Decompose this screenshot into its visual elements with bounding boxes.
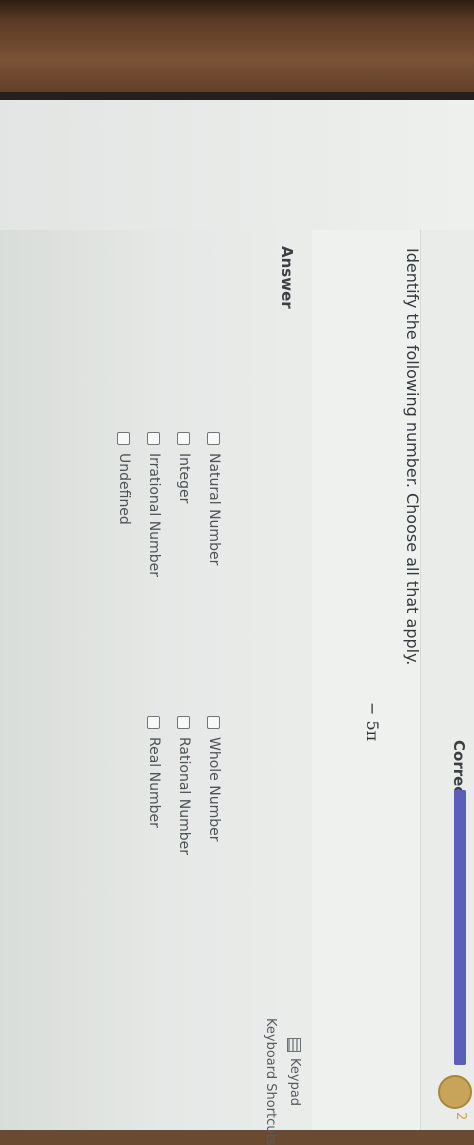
option-whole-number[interactable]: Whole Number <box>206 716 222 841</box>
question-content: Correct 2 Identify the following number.… <box>0 0 474 1145</box>
option-label: Undefined <box>116 453 132 525</box>
keyboard-shortcuts-link[interactable]: Keyboard Shortcuts <box>263 1018 278 1145</box>
option-label: Irrational Number <box>146 453 162 577</box>
keypad-icon <box>287 1038 302 1052</box>
option-real-number[interactable]: Real Number <box>146 716 162 828</box>
answer-label: Answer <box>278 246 296 309</box>
checkbox[interactable] <box>177 716 191 729</box>
badge-number: 2 <box>453 1112 468 1121</box>
keypad-button[interactable]: Keypad <box>287 1038 302 1106</box>
option-label: Real Number <box>146 737 162 828</box>
option-label: Integer <box>176 453 192 504</box>
option-undefined[interactable]: Undefined <box>116 432 132 525</box>
option-integer[interactable]: Integer <box>176 432 192 503</box>
checkbox[interactable] <box>147 716 161 729</box>
streak-badge-icon <box>438 1075 472 1109</box>
option-label: Whole Number <box>206 737 222 842</box>
option-natural-number[interactable]: Natural Number <box>206 432 222 565</box>
option-label: Natural Number <box>206 453 222 566</box>
checkbox[interactable] <box>207 432 221 445</box>
checkbox[interactable] <box>117 432 131 445</box>
question-prompt: Identify the following number. Choose al… <box>403 248 422 666</box>
option-irrational-number[interactable]: Irrational Number <box>146 432 162 577</box>
option-rational-number[interactable]: Rational Number <box>176 716 192 855</box>
math-expression: − 5π <box>363 702 382 742</box>
checkbox[interactable] <box>177 432 191 445</box>
progress-bar <box>454 790 466 1065</box>
keypad-label: Keypad <box>287 1058 302 1107</box>
checkbox[interactable] <box>147 432 161 445</box>
option-label: Rational Number <box>176 737 192 855</box>
checkbox[interactable] <box>207 716 221 729</box>
